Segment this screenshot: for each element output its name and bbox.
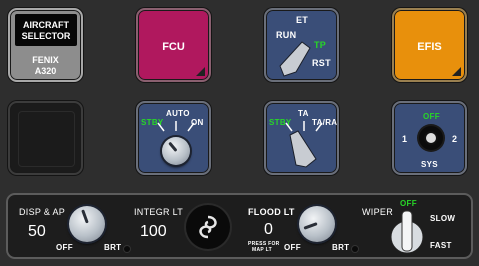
aircraft-model: A320	[34, 66, 57, 76]
sys-off-label: OFF	[423, 112, 440, 121]
corner-arrow-icon	[452, 67, 461, 76]
wiper-slow-label: SLOW	[430, 214, 456, 223]
sys-knob[interactable]	[419, 126, 443, 150]
stby-auto-on-switch: AUTO STBY ON	[136, 101, 211, 175]
map-lt-label: MAP LT	[252, 247, 272, 253]
auto-label: AUTO	[166, 109, 190, 118]
disp-ap-label: DISP & AP	[19, 207, 66, 217]
ta-label: TA	[298, 109, 309, 118]
sys-selector: OFF 1 2 SYS	[392, 101, 467, 175]
et-switch-panel: ET RUN TP RST	[264, 8, 339, 82]
xpdr-mode-switch: TA STBY TA/RA	[264, 101, 339, 175]
wiper-fast-label: FAST	[430, 241, 452, 250]
integ-lt-knob[interactable]	[186, 205, 230, 249]
et-lever-icon[interactable]	[276, 38, 316, 78]
aircraft-selector-screen: AIRCRAFT SELECTOR	[15, 14, 77, 46]
flood-lt-value: 0	[264, 221, 273, 238]
sys-1-label: 1	[402, 134, 408, 144]
xpdr-pointer-knob-icon[interactable]	[286, 129, 320, 169]
flood-lt-brt-label: BRT	[332, 243, 350, 252]
status-dot-icon	[352, 246, 358, 252]
wiper-off-label: OFF	[400, 199, 417, 208]
fcu-label: FCU	[162, 41, 185, 53]
aircraft-selector-title-2: SELECTOR	[21, 31, 71, 41]
lighting-panel: DISP & AP 50 OFF BRT INTEGR LT 100 FLOOD…	[6, 193, 473, 259]
fcu-button[interactable]: FCU	[136, 8, 211, 82]
flood-lt-off-label: OFF	[284, 243, 301, 252]
empty-slot-inner	[18, 111, 75, 167]
flood-lt-knob[interactable]	[299, 206, 335, 242]
wiper-knob-icon[interactable]	[386, 209, 428, 255]
integ-lt-value: 100	[140, 223, 167, 240]
flood-lt-label: FLOOD LT	[248, 207, 295, 217]
efis-label: EFIS	[417, 41, 442, 53]
status-dot-icon	[124, 246, 130, 252]
sys-2-label: 2	[452, 134, 458, 144]
integ-lt-label: INTEGR LT	[134, 207, 184, 217]
tick-marks-icon	[157, 121, 195, 132]
disp-ap-brt-label: BRT	[104, 243, 122, 252]
aircraft-selector-title-1: AIRCRAFT	[23, 20, 69, 30]
efis-button[interactable]: EFIS	[392, 8, 467, 82]
mode-selector-knob[interactable]	[162, 137, 190, 165]
disp-ap-knob[interactable]	[69, 206, 105, 242]
swirl-logo-icon	[199, 215, 217, 239]
aircraft-selector-button[interactable]: AIRCRAFT SELECTOR FENIX A320	[8, 8, 83, 82]
disp-ap-value: 50	[28, 223, 46, 240]
sys-label: SYS	[421, 160, 438, 169]
corner-arrow-icon	[196, 67, 205, 76]
empty-slot	[8, 101, 83, 175]
disp-ap-off-label: OFF	[56, 243, 73, 252]
aircraft-name: FENIX	[32, 55, 59, 65]
et-title: ET	[296, 15, 309, 25]
